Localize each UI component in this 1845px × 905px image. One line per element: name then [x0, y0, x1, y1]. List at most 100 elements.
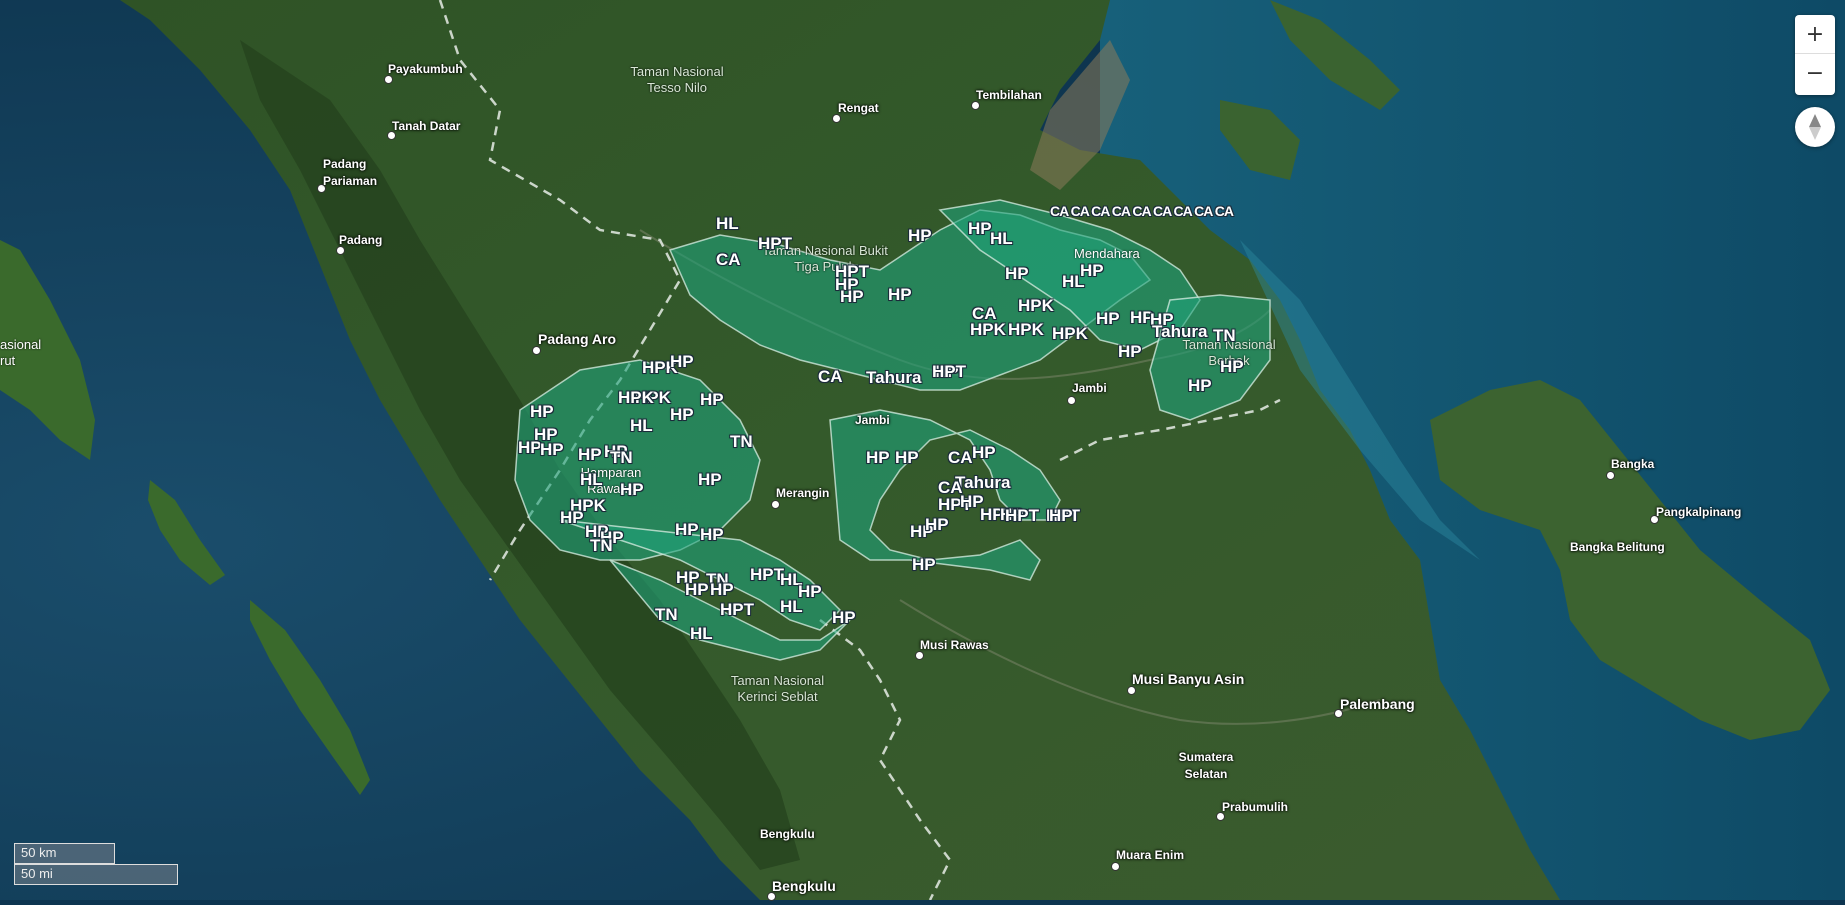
- zone-label: HP: [912, 555, 936, 574]
- city-label-musi-rawas[interactable]: Musi Rawas: [920, 638, 989, 652]
- zone-label: HL: [630, 416, 653, 435]
- city-dot: [1067, 396, 1076, 405]
- zone-label: HPT: [758, 234, 792, 253]
- zone-label: Tahura: [1152, 322, 1208, 341]
- zone-label: HPK: [970, 320, 1006, 339]
- city-dot: [832, 114, 841, 123]
- city-dot: [1606, 471, 1615, 480]
- zone-label: TN: [730, 432, 753, 451]
- city-label-bengkulu[interactable]: Bengkulu: [772, 878, 836, 894]
- zone-label: HP: [685, 580, 709, 599]
- city-label-padang[interactable]: Padang: [339, 233, 382, 247]
- ca-coast-labels: CA CA CA CA CA CA CA CA CA: [1050, 203, 1234, 219]
- city-dot: [532, 346, 541, 355]
- zone-label: HP: [530, 402, 554, 421]
- zone-label: HPT: [750, 565, 784, 584]
- city-dot: [1127, 686, 1136, 695]
- region-label-left-edge: asional rut: [0, 337, 42, 368]
- zone-label: HP: [710, 580, 734, 599]
- zone-label: HL: [690, 624, 713, 643]
- zone-label: HL: [780, 597, 803, 616]
- zone-label: HP: [832, 608, 856, 627]
- city-dot: [336, 246, 345, 255]
- zone-label: HP: [1220, 357, 1244, 376]
- city-dot: [971, 101, 980, 110]
- city-label-payakumbuh[interactable]: Payakumbuh: [388, 62, 463, 76]
- zoom-in-button[interactable]: +: [1795, 15, 1835, 54]
- compass-icon: [1809, 114, 1821, 140]
- region-label-bangka-belitung: Bangka Belitung: [1570, 540, 1665, 554]
- city-label-prabumulih[interactable]: Prabumulih: [1222, 800, 1288, 814]
- zone-label: HP: [972, 443, 996, 462]
- city-dot: [1111, 862, 1120, 871]
- zone-label: HPT: [1005, 506, 1039, 525]
- city-label-padang-aro[interactable]: Padang Aro: [538, 331, 616, 347]
- zone-label: HP: [670, 352, 694, 371]
- zone-label: TN: [590, 536, 613, 555]
- zone-label: HPK: [618, 388, 654, 407]
- zone-label: HP: [560, 508, 584, 527]
- zone-label: TN: [1213, 326, 1236, 345]
- city-label-merangin[interactable]: Merangin: [776, 486, 829, 500]
- zone-label: CA: [818, 367, 843, 386]
- city-label-tembilahan[interactable]: Tembilahan: [976, 88, 1042, 102]
- zone-label: HP: [908, 226, 932, 245]
- zone-label: HP: [1118, 342, 1142, 361]
- city-label-padang-pariaman[interactable]: Padang Pariaman: [323, 156, 393, 190]
- zone-label: HP: [620, 480, 644, 499]
- city-dot: [384, 75, 393, 84]
- city-dot: [771, 500, 780, 509]
- zone-label: HP: [518, 438, 542, 457]
- zone-label: HP: [968, 219, 992, 238]
- zone-label: HP: [925, 515, 949, 534]
- zone-label: HPT: [720, 600, 754, 619]
- zone-label: HPT: [932, 362, 966, 381]
- city-label-palembang[interactable]: Palembang: [1340, 696, 1415, 712]
- zone-label: HP: [1188, 376, 1212, 395]
- zoom-control: + −: [1795, 15, 1835, 95]
- zone-label: Tahura: [866, 368, 922, 387]
- zoom-out-button[interactable]: −: [1795, 54, 1835, 92]
- region-label-jambi: Jambi: [855, 413, 890, 427]
- city-dot: [915, 651, 924, 660]
- zone-label: HP: [866, 448, 890, 467]
- zone-label: HPK: [1008, 320, 1044, 339]
- zone-label: HPK: [1052, 324, 1088, 343]
- map-basemap: [0, 0, 1845, 901]
- city-label-musi-banyu-asin[interactable]: Musi Banyu Asin: [1132, 671, 1244, 687]
- zone-label: HP: [670, 405, 694, 424]
- zone-label: HP: [888, 285, 912, 304]
- zone-label: HP: [840, 287, 864, 306]
- zone-label: HP: [675, 520, 699, 539]
- zone-label: HPK: [1018, 296, 1054, 315]
- city-label-pangkalpinang[interactable]: Pangkalpinang: [1656, 505, 1741, 519]
- scale-mi: 50 mi: [14, 864, 178, 885]
- park-label-kerinci-seblat: Taman Nasional Kerinci Seblat: [730, 673, 825, 704]
- region-label-sumatera-selatan: Sumatera Selatan: [1178, 750, 1234, 781]
- scale-km: 50 km: [14, 843, 115, 864]
- region-label-mendahara: Mendahara: [1074, 246, 1140, 261]
- city-label-bangka[interactable]: Bangka: [1611, 457, 1654, 471]
- satellite-map[interactable]: Payakumbuh Tanah Datar Padang Pariaman P…: [0, 0, 1845, 901]
- city-label-jambi[interactable]: Jambi: [1072, 381, 1107, 395]
- city-label-muara-enim[interactable]: Muara Enim: [1116, 848, 1184, 862]
- zone-label: HP: [1049, 506, 1073, 525]
- city-label-rengat[interactable]: Rengat: [838, 101, 879, 115]
- zone-label: HP: [1096, 309, 1120, 328]
- zone-label: HP: [1005, 264, 1029, 283]
- zone-label: HL: [990, 229, 1013, 248]
- zone-label: HL: [716, 214, 739, 233]
- zone-label: HP: [895, 448, 919, 467]
- zone-label: HP: [698, 470, 722, 489]
- zone-label: HP: [700, 390, 724, 409]
- zone-label: TN: [655, 605, 678, 624]
- city-label-tanah-datar[interactable]: Tanah Datar: [392, 119, 460, 133]
- zone-label: CA: [716, 250, 741, 269]
- compass-button[interactable]: [1795, 107, 1835, 147]
- zone-label: TN: [610, 448, 633, 467]
- zone-label: Tahura: [955, 473, 1011, 492]
- zone-label: HP: [578, 445, 602, 464]
- zone-label: HP: [700, 525, 724, 544]
- zone-label: HP: [540, 440, 564, 459]
- zone-label: CA: [948, 448, 973, 467]
